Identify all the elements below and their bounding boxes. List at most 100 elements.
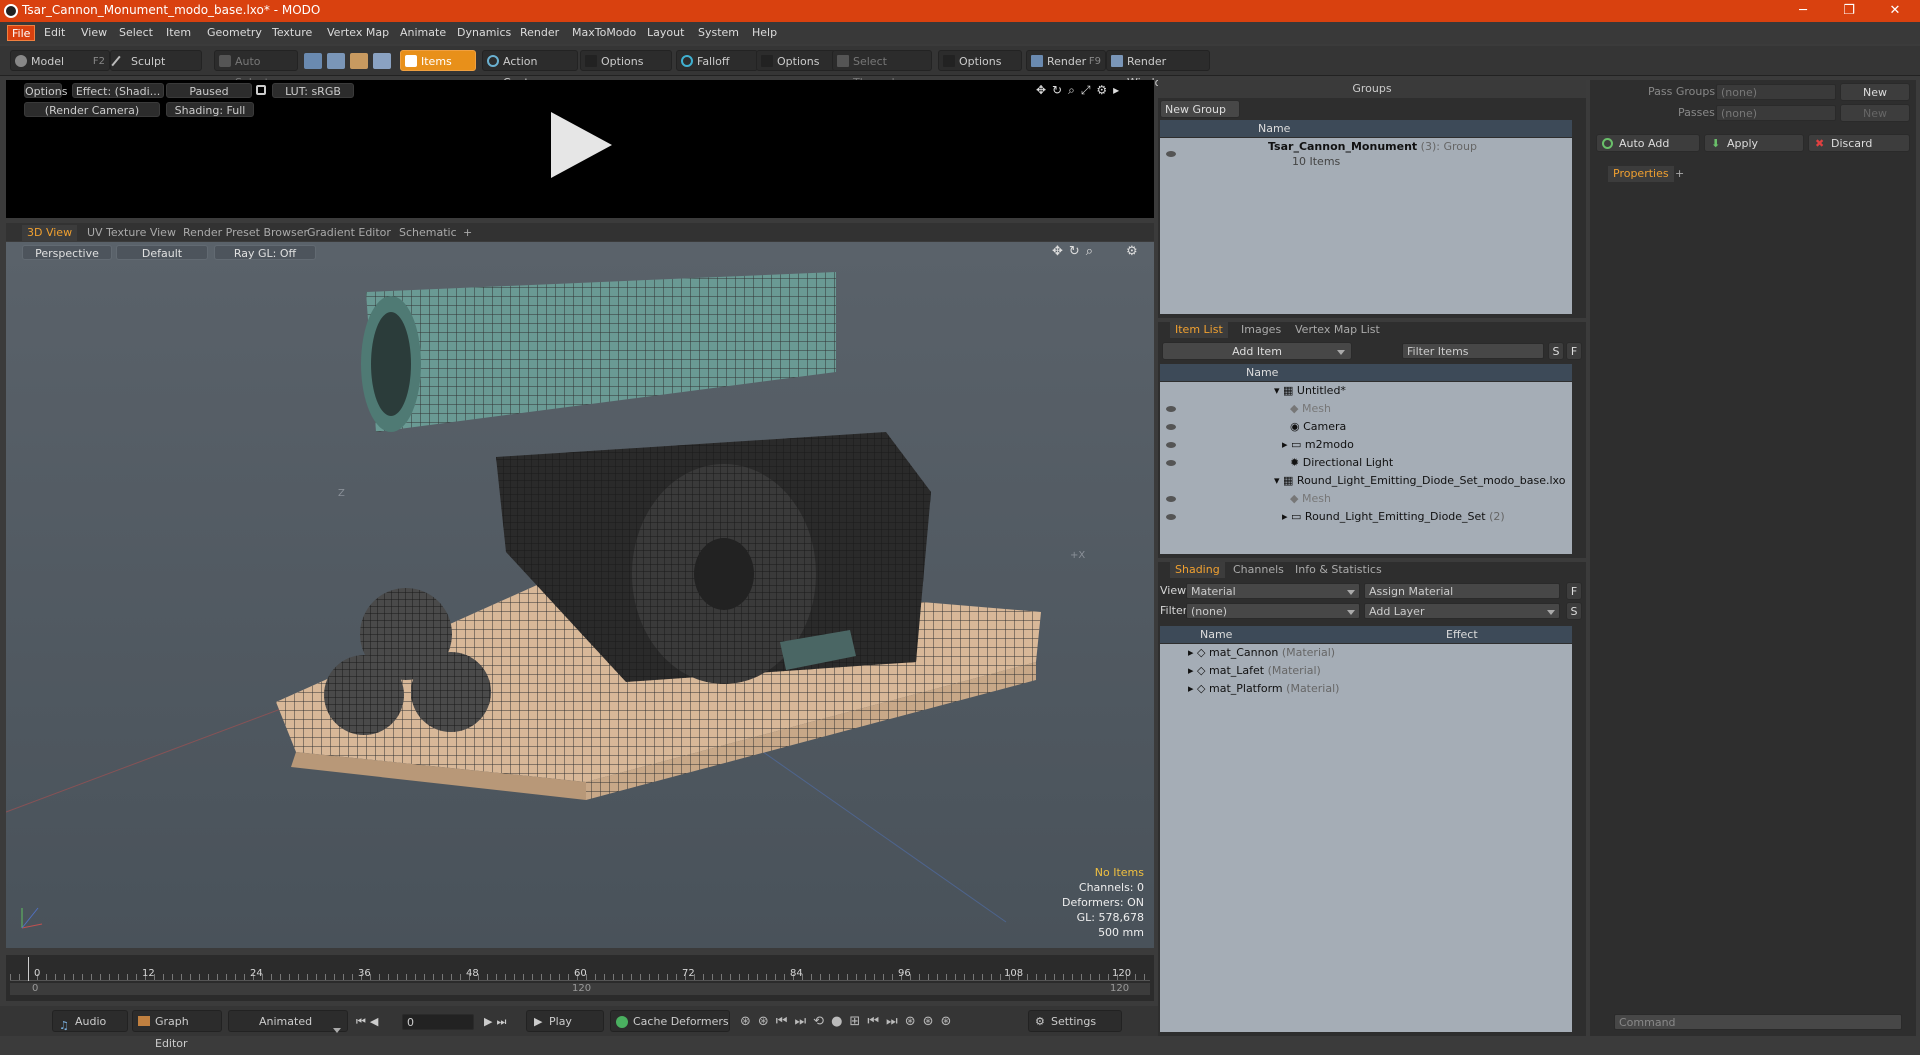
falloff-button[interactable]: Falloff	[676, 50, 758, 71]
model-button[interactable]: Model F2	[10, 50, 110, 71]
tab-channels[interactable]: Channels	[1228, 562, 1289, 578]
eye-icon[interactable]	[1166, 151, 1176, 157]
render-button[interactable]: Render F9	[1026, 50, 1106, 71]
select-through-button[interactable]: Select Through	[832, 50, 932, 89]
list-item[interactable]: ◉ Camera	[1290, 418, 1346, 436]
command-input[interactable]: Command	[1614, 1014, 1902, 1030]
filter-s-button[interactable]: S	[1548, 342, 1564, 360]
eye-icon[interactable]	[1166, 460, 1176, 466]
discard-button[interactable]: ✖ Discard	[1808, 134, 1910, 152]
auto-select-button[interactable]: Auto Select	[214, 50, 298, 89]
eye-icon[interactable]	[1166, 496, 1176, 502]
tab-properties[interactable]: Properties	[1608, 166, 1674, 182]
eye-icon[interactable]	[1166, 442, 1176, 448]
tab-item-list[interactable]: Item List	[1170, 322, 1228, 338]
menu-help[interactable]: Help	[748, 25, 781, 41]
preview-lut-dropdown[interactable]: LUT: sRGB	[272, 83, 354, 98]
list-item[interactable]: ◆ Mesh	[1290, 490, 1331, 508]
items-button[interactable]: Items	[400, 50, 476, 71]
view-dropdown[interactable]: Material	[1186, 583, 1360, 599]
menu-system[interactable]: System	[694, 25, 743, 41]
menu-view[interactable]: View	[77, 25, 111, 41]
materials-mode-icon[interactable]	[373, 53, 391, 69]
skip-back-icons[interactable]: ⏮◀	[356, 1015, 382, 1029]
timeline[interactable]: 0 12 24 36 48 60 72 84 96 108 120 0 120 …	[6, 955, 1154, 1001]
select-through-options-button[interactable]: Options	[938, 50, 1022, 71]
action-center-button[interactable]: Action Center	[482, 50, 578, 89]
auto-add-button[interactable]: Auto Add	[1596, 134, 1700, 152]
filter-dropdown[interactable]: (none)	[1186, 603, 1360, 619]
tab-info-statistics[interactable]: Info & Statistics	[1290, 562, 1387, 578]
falloff-options-button[interactable]: Options	[756, 50, 836, 71]
assign-material-button[interactable]: Assign Material	[1364, 583, 1560, 599]
new-pass-group-button[interactable]: New	[1840, 83, 1910, 101]
list-item[interactable]: ◆ Mesh	[1290, 400, 1331, 418]
cache-deformers-button[interactable]: Cache Deformers	[610, 1010, 730, 1032]
filter-items-input[interactable]: Filter Items	[1402, 343, 1544, 359]
polygons-mode-icon[interactable]	[350, 53, 368, 69]
list-item[interactable]: ▾ ▦ Untitled*	[1274, 382, 1346, 400]
eye-icon[interactable]	[1166, 424, 1176, 430]
tab-vertex-map-list[interactable]: Vertex Map List	[1290, 322, 1385, 338]
preview-shading-dropdown[interactable]: Shading: Full	[166, 102, 254, 117]
material-row[interactable]: ▸ ◇ mat_Lafet (Material)	[1188, 662, 1321, 680]
menu-dynamics[interactable]: Dynamics	[453, 25, 515, 41]
shading-f-button[interactable]: F	[1566, 582, 1582, 600]
animated-dropdown[interactable]: Animated	[228, 1010, 348, 1033]
close-icon[interactable]: ✕	[1872, 0, 1918, 22]
new-pass-button[interactable]: New	[1840, 104, 1910, 122]
preview-camera-dropdown[interactable]: (Render Camera)	[24, 102, 160, 117]
add-tab-icon[interactable]: +	[458, 225, 477, 241]
edges-mode-icon[interactable]	[327, 53, 345, 69]
menu-item[interactable]: Item	[162, 25, 195, 41]
tab-3d-view[interactable]: 3D View	[22, 225, 78, 241]
menu-edit[interactable]: Edit	[40, 25, 69, 41]
tab-uv-texture-view[interactable]: UV Texture View	[82, 225, 181, 241]
key-tools-icons[interactable]: ⊛⊛⏮⏭⟲●⊞⏮⏭⊛⊛⊛	[740, 1014, 958, 1029]
menu-geometry[interactable]: Geometry	[203, 25, 266, 41]
play-icon[interactable]	[546, 110, 616, 180]
preview-nav-icons[interactable]: ✥↻⌕⤢⚙▸	[1036, 83, 1125, 98]
preview-effect-dropdown[interactable]: Effect: (Shadi...	[72, 83, 164, 98]
tab-render-preset-browser[interactable]: Render Preset Browser	[178, 225, 313, 241]
list-item[interactable]: ✹ Directional Light	[1290, 454, 1393, 472]
passes-dropdown[interactable]: (none)	[1716, 105, 1836, 121]
menu-texture[interactable]: Texture	[268, 25, 316, 41]
skip-forward-icons[interactable]: ▶⏭	[484, 1015, 510, 1029]
graph-editor-button[interactable]: Graph Editor	[132, 1010, 222, 1050]
preview-options-button[interactable]: Options	[24, 83, 67, 98]
apply-button[interactable]: ⬇ Apply	[1704, 134, 1804, 152]
lock-icon[interactable]	[256, 85, 266, 95]
list-item[interactable]: ▾ ▦ Round_Light_Emitting_Diode_Set_modo_…	[1274, 472, 1565, 490]
timeline-playhead[interactable]	[28, 957, 29, 981]
filter-f-button[interactable]: F	[1566, 342, 1582, 360]
restore-icon[interactable]: ❐	[1826, 0, 1872, 22]
add-tab-icon[interactable]: +	[1670, 166, 1689, 182]
tab-schematic[interactable]: Schematic	[394, 225, 462, 241]
menu-file[interactable]: File	[7, 25, 36, 41]
3d-viewport[interactable]: Perspective Default Ray GL: Off ✥↻⌕ ⚙ Z …	[6, 242, 1154, 948]
eye-icon[interactable]	[1166, 406, 1176, 412]
list-item[interactable]: ▸ ▭ m2modo	[1282, 436, 1354, 454]
action-center-options-button[interactable]: Options	[580, 50, 672, 71]
add-layer-dropdown[interactable]: Add Layer	[1364, 603, 1560, 619]
menu-vertex-map[interactable]: Vertex Map	[323, 25, 393, 41]
menu-maxtomodo[interactable]: MaxToModo	[568, 25, 640, 41]
preview-paused-button[interactable]: Paused	[166, 83, 252, 98]
tab-shading[interactable]: Shading	[1170, 562, 1225, 578]
shading-s-button[interactable]: S	[1566, 602, 1582, 620]
minimize-icon[interactable]: ─	[1780, 0, 1826, 22]
new-group-button[interactable]: New Group	[1160, 100, 1240, 118]
material-row[interactable]: ▸ ◇ mat_Platform (Material)	[1188, 680, 1339, 698]
eye-icon[interactable]	[1166, 514, 1176, 520]
vertices-mode-icon[interactable]	[304, 53, 322, 69]
list-item[interactable]: ▸ ▭ Round_Light_Emitting_Diode_Set (2)	[1282, 508, 1505, 526]
menu-layout[interactable]: Layout	[643, 25, 688, 41]
menu-render[interactable]: Render	[516, 25, 563, 41]
play-button[interactable]: ▶ Play	[526, 1010, 604, 1032]
tab-gradient-editor[interactable]: Gradient Editor	[302, 225, 396, 241]
menu-animate[interactable]: Animate	[396, 25, 450, 41]
tab-images[interactable]: Images	[1236, 322, 1286, 338]
pass-groups-dropdown[interactable]: (none)	[1716, 84, 1836, 100]
sculpt-button[interactable]: Sculpt	[110, 50, 202, 71]
